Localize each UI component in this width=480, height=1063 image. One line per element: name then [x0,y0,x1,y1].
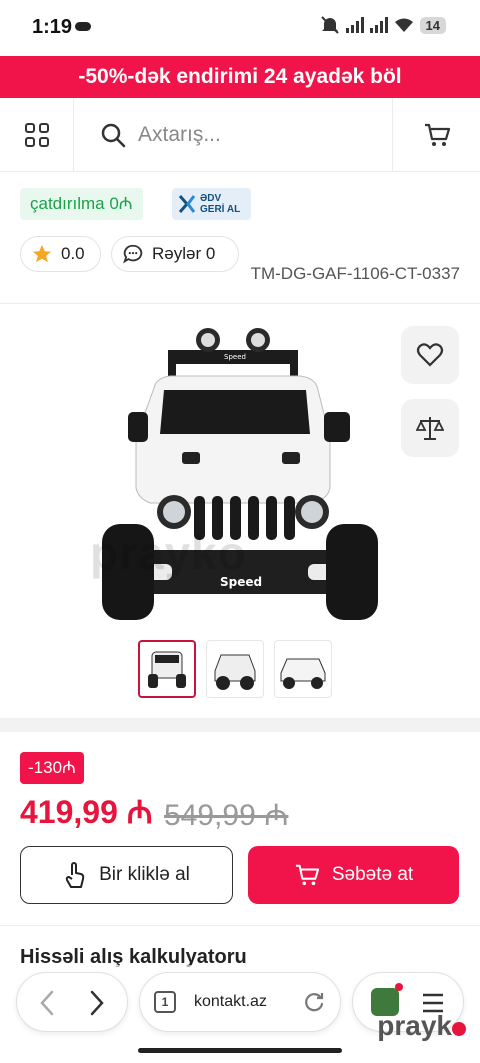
image-watermark: prayko [90,527,247,579]
cart-icon [424,123,450,146]
thumbnail-2[interactable] [206,640,264,698]
home-indicator[interactable] [138,1048,342,1053]
cloud-icon [75,22,91,31]
reviews-pill[interactable]: Rəylər 0 [111,236,239,272]
watermark-dot [452,1022,466,1036]
one-click-label: Bir kliklə al [99,864,190,885]
edv-text: ƏDV GERİ AL [200,193,241,215]
divider [0,303,480,304]
cart-icon [295,864,319,886]
url-text: kontakt.az [194,993,267,1010]
thumbnail-3[interactable] [274,640,332,698]
reload-icon[interactable] [302,990,326,1014]
thumbnail-2-image [214,654,256,690]
forward-arrow-icon[interactable] [89,990,105,1016]
rating-pill[interactable]: 0.0 [20,236,101,272]
edv-badge: ƏDV GERİ AL [172,188,251,220]
signal-icon-2 [369,17,388,33]
comment-icon [123,244,143,264]
thumbnail-3-image [280,658,326,689]
nav-controls [16,972,128,1032]
site-header: Axtarış... [0,98,480,172]
delivery-badge: çatdırılma 0₼ [20,188,143,220]
notification-dot [395,983,403,991]
signal-icon [345,17,364,33]
product-sku: TM-DG-GAF-1106-CT-0337 [250,264,460,283]
current-price: 419,99 ₼ [20,794,153,830]
address-bar[interactable]: 1 kontakt.az [139,972,341,1032]
status-bar: 1:19 14 [0,0,480,56]
mute-icon [320,16,339,34]
discount-badge: -130₼ [20,752,84,784]
star-icon [32,244,52,263]
compare-button[interactable] [401,399,459,457]
search-icon [101,123,126,148]
edv-logo-icon [178,195,196,213]
status-time: 1:19 [32,16,73,38]
one-click-buy-button[interactable]: Bir kliklə al [20,846,233,904]
old-price: 549,99 ₼ [164,799,289,832]
watermark-text: prayk [377,1010,452,1041]
tap-icon [65,862,85,888]
reviews-label: Rəylər 0 [152,244,216,263]
add-to-cart-button[interactable]: Səbətə at [248,846,459,904]
add-to-cart-label: Səbətə at [331,864,414,885]
battery-indicator: 14 [419,16,446,34]
search-bar[interactable]: Axtarış... [100,118,380,152]
search-placeholder: Axtarış... [138,123,221,146]
thumbnail-1[interactable] [138,640,196,698]
thumbnail-1-image [148,651,186,688]
divider [0,925,480,926]
heart-icon [416,343,444,367]
back-arrow-icon[interactable] [39,990,55,1016]
svg-text:Speed: Speed [224,353,246,361]
promo-banner[interactable]: -50%-dək endirimi 24 ayadək böl [0,56,480,98]
section-separator [0,718,480,732]
rating-value: 0.0 [61,244,85,263]
scale-icon [416,417,444,440]
wishlist-button[interactable] [401,326,459,384]
catalog-button[interactable] [0,98,74,172]
tab-count[interactable]: 1 [154,991,176,1013]
wifi-icon [394,18,413,32]
status-icons: 14 [320,16,446,34]
cart-button[interactable] [392,98,480,172]
grid-icon [25,123,49,147]
product-image[interactable]: Speed Speed [90,318,390,628]
